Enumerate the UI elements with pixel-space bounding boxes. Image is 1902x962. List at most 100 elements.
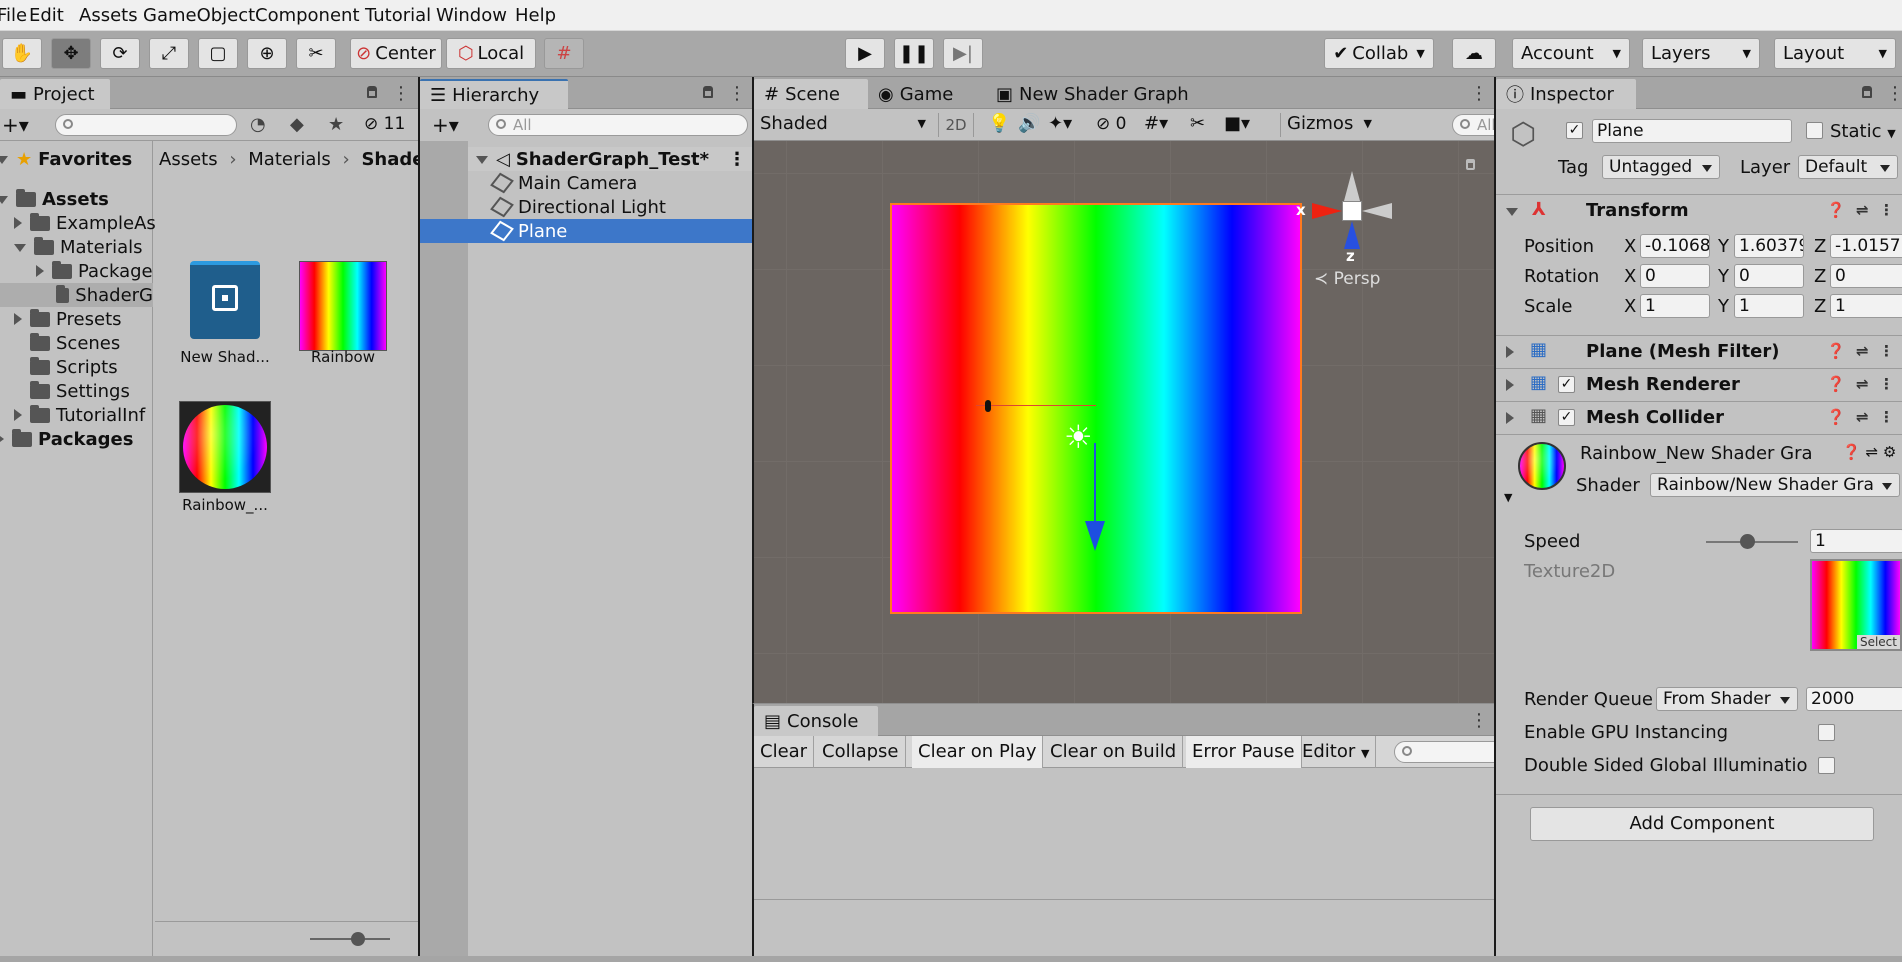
transform-y-field[interactable]: 1.60379: [1734, 234, 1804, 258]
kebab-menu-icon[interactable]: ⋮: [728, 149, 746, 170]
transform-z-field[interactable]: 0: [1830, 264, 1902, 288]
kebab-menu-icon[interactable]: ⋮: [728, 83, 746, 104]
menu-component[interactable]: Component: [255, 5, 360, 26]
lock-icon[interactable]: [1466, 159, 1475, 170]
mesh-collider-enabled-checkbox[interactable]: ✓: [1558, 409, 1575, 426]
tree-item-packages-folder[interactable]: Package: [36, 259, 153, 283]
lock-icon[interactable]: [367, 86, 377, 98]
expand-arrow-icon[interactable]: ▼: [1504, 491, 1512, 504]
tree-item-settings[interactable]: Settings: [30, 379, 130, 403]
step-icon[interactable]: ▶|: [943, 38, 983, 69]
audio-toggle-icon[interactable]: 🔊: [1018, 113, 1040, 134]
transform-component-header[interactable]: ⅄ Transform ❓ ⇌ ⋮: [1496, 194, 1902, 226]
filter-by-type-icon[interactable]: ◔: [250, 114, 266, 135]
console-clear-button[interactable]: Clear: [754, 736, 815, 768]
menu-file[interactable]: File: [0, 5, 27, 26]
texture2d-slot[interactable]: Select: [1810, 559, 1902, 651]
shading-mode-dropdown[interactable]: Shaded ▼: [760, 113, 930, 137]
double-sided-gi-checkbox[interactable]: [1818, 757, 1835, 774]
directional-light-gizmo-icon[interactable]: ☀: [1064, 418, 1093, 456]
render-queue-field[interactable]: 2000: [1806, 687, 1902, 711]
hierarchy-item-main-camera[interactable]: Main Camera: [468, 171, 752, 195]
play-icon[interactable]: ▶: [845, 38, 885, 69]
help-icon[interactable]: ❓: [1827, 342, 1846, 360]
pivot-center-button[interactable]: ⊘ Center: [350, 38, 442, 69]
render-queue-mode-dropdown[interactable]: From Shader: [1656, 687, 1798, 711]
tab-hierarchy[interactable]: ☰ Hierarchy: [420, 79, 568, 109]
move-tool-icon[interactable]: ✥: [51, 38, 91, 69]
tree-item-packages[interactable]: Packages: [0, 427, 133, 451]
help-icon[interactable]: ❓: [1842, 443, 1861, 461]
tab-project[interactable]: ▬ Project: [0, 79, 110, 109]
transform-x-field[interactable]: 0: [1640, 264, 1710, 288]
add-component-button[interactable]: Add Component: [1530, 807, 1874, 841]
tree-item-exampleassets[interactable]: ExampleAs: [14, 211, 156, 235]
grid-toggle-icon[interactable]: #▾: [1144, 113, 1168, 134]
pivot-local-button[interactable]: ⬡ Local: [446, 38, 536, 69]
projection-toggle[interactable]: ≺ Persp: [1314, 269, 1380, 289]
tree-item-scenes[interactable]: Scenes: [30, 331, 120, 355]
collab-button[interactable]: ✔ Collab ▼: [1324, 38, 1434, 69]
scene-root-item[interactable]: ◁ ShaderGraph_Test* ⋮: [468, 147, 752, 171]
mesh-renderer-component-header[interactable]: ▦ ✓ Mesh Renderer ❓ ⇌ ⋮: [1496, 368, 1902, 400]
object-name-field[interactable]: Plane: [1592, 119, 1792, 143]
tab-game[interactable]: ◉ Game: [868, 79, 978, 109]
gizmo-center-cube[interactable]: [1342, 201, 1362, 221]
console-editor-dropdown[interactable]: Editor ▼: [1296, 736, 1377, 768]
hierarchy-search-input[interactable]: All: [488, 114, 748, 136]
rect-tool-icon[interactable]: ▢: [198, 38, 238, 69]
console-clear-on-build-button[interactable]: Clear on Build: [1044, 736, 1184, 768]
filter-by-label-icon[interactable]: ◆: [290, 114, 304, 135]
transform-x-field[interactable]: 1: [1640, 294, 1710, 318]
tab-inspector[interactable]: ⓘ Inspector: [1496, 79, 1636, 109]
zoom-slider-thumb[interactable]: [351, 932, 365, 946]
layers-dropdown[interactable]: Layers ▼: [1642, 38, 1760, 69]
menu-assets[interactable]: Assets: [79, 5, 138, 26]
transform-tool-icon[interactable]: ⊕: [247, 38, 287, 69]
lock-icon[interactable]: [1862, 86, 1872, 98]
console-collapse-button[interactable]: Collapse: [816, 736, 906, 768]
grid-snap-icon[interactable]: #: [544, 38, 584, 69]
zoom-slider[interactable]: [310, 938, 390, 940]
lighting-toggle-icon[interactable]: 💡: [988, 113, 1010, 134]
shader-dropdown[interactable]: Rainbow/New Shader Gra: [1650, 473, 1900, 497]
mesh-collider-component-header[interactable]: ▦ ✓ Mesh Collider ❓ ⇌ ⋮: [1496, 401, 1902, 433]
transform-y-field[interactable]: 0: [1734, 264, 1804, 288]
add-icon[interactable]: +▾: [432, 113, 459, 137]
hierarchy-item-directional-light[interactable]: Directional Light: [468, 195, 752, 219]
tree-item-materials[interactable]: Materials: [14, 235, 143, 259]
scene-search-input[interactable]: All: [1452, 114, 1494, 136]
menu-window[interactable]: Window: [436, 5, 507, 26]
menu-gameobject[interactable]: GameObject: [143, 5, 255, 26]
lock-icon[interactable]: [703, 86, 713, 98]
breadcrumb-item[interactable]: Assets: [159, 149, 218, 170]
console-clear-on-play-button[interactable]: Clear on Play: [912, 736, 1044, 768]
presets-icon[interactable]: ⇌: [1856, 375, 1869, 393]
hierarchy-item-plane[interactable]: Plane: [420, 219, 752, 243]
breadcrumb-item-current[interactable]: Shader: [361, 149, 418, 170]
tree-item-presets[interactable]: Presets: [14, 307, 122, 331]
custom-tool-icon[interactable]: ✂: [296, 38, 336, 69]
tree-item-scripts[interactable]: Scripts: [30, 355, 118, 379]
kebab-menu-icon[interactable]: ⋮: [1879, 375, 1894, 393]
tools-icon[interactable]: ✂: [1190, 113, 1205, 134]
layout-dropdown[interactable]: Layout ▼: [1774, 38, 1896, 69]
help-icon[interactable]: ❓: [1827, 201, 1846, 219]
rotate-tool-icon[interactable]: ⟳: [100, 38, 140, 69]
console-search-input[interactable]: [1394, 741, 1494, 763]
tab-new-shader-graph[interactable]: ▣ New Shader Graph: [986, 79, 1216, 109]
kebab-menu-icon[interactable]: ⋮: [392, 83, 410, 104]
gizmos-dropdown[interactable]: Gizmos ▼: [1280, 113, 1376, 137]
tree-item-assets[interactable]: Assets: [0, 187, 109, 211]
account-dropdown[interactable]: Account ▼: [1512, 38, 1630, 69]
effects-toggle-icon[interactable]: ✦▾: [1048, 113, 1072, 134]
favorite-star-icon[interactable]: ★: [328, 114, 344, 135]
gizmo-y-cone-icon[interactable]: [1344, 171, 1360, 201]
orientation-gizmo[interactable]: x z ≺ Persp: [1296, 161, 1402, 289]
transform-y-field[interactable]: 1: [1734, 294, 1804, 318]
project-search-input[interactable]: [55, 114, 237, 136]
speed-slider-thumb[interactable]: [1740, 534, 1756, 549]
kebab-menu-icon[interactable]: ⋮: [1886, 83, 1902, 104]
kebab-menu-icon[interactable]: ⋮: [1879, 201, 1894, 219]
menu-help[interactable]: Help: [515, 5, 556, 26]
